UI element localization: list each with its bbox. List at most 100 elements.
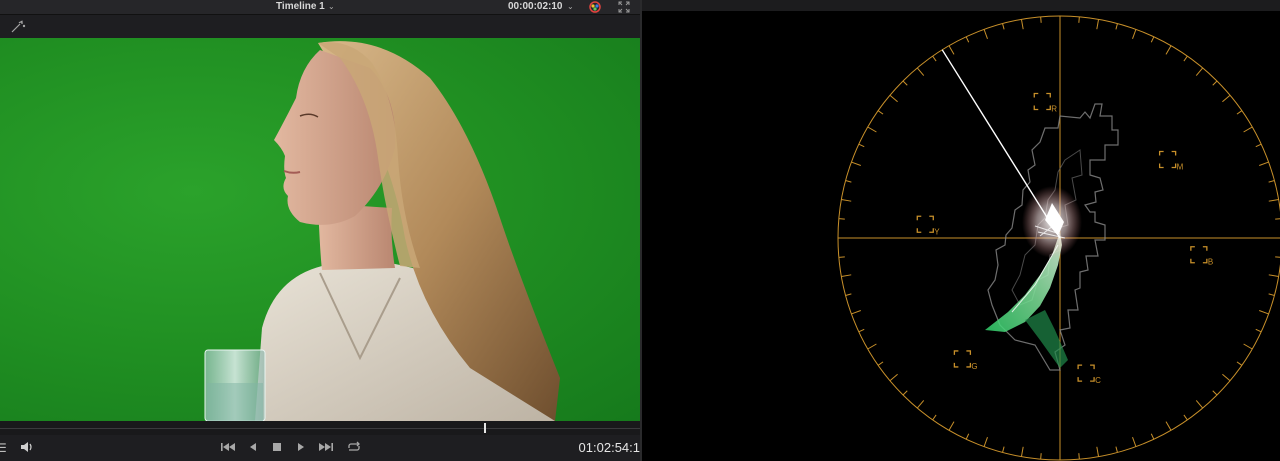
target-label: R <box>1051 105 1057 114</box>
vectorscope-panel: R M Y B G C <box>640 0 1280 461</box>
graticule-tick <box>1222 94 1231 103</box>
chevron-down-icon[interactable]: ⌄ <box>328 0 335 14</box>
graticule-tick <box>867 126 877 133</box>
target-bracket <box>953 350 972 368</box>
graticule-tick <box>1115 23 1118 30</box>
graticule-tick <box>1236 110 1243 115</box>
play-reverse-icon[interactable] <box>248 441 258 456</box>
viewer-header: Timeline 1 ⌄ 00:00:02:10 ⌄ <box>0 0 640 14</box>
graticule-tick <box>983 29 988 39</box>
graticule-tick <box>1165 421 1172 431</box>
target-label: Y <box>934 227 940 236</box>
graticule-tick <box>1020 19 1024 30</box>
graticule-tick <box>841 274 852 278</box>
graticule-tick <box>1212 80 1218 86</box>
graticule-tick <box>916 67 925 76</box>
graticule-tick <box>877 110 884 115</box>
graticule-tick <box>965 433 970 440</box>
wand-icon[interactable] <box>10 20 26 38</box>
graticule-tick <box>1020 446 1024 457</box>
graticule-tick <box>1195 400 1204 409</box>
scrubber-track <box>0 428 640 429</box>
graticule-tick <box>965 36 970 43</box>
graticule-tick <box>948 45 955 55</box>
play-icon[interactable] <box>296 441 306 456</box>
target-g: G <box>953 350 978 371</box>
graticule-tick <box>1165 45 1172 55</box>
graticule-tick <box>1150 433 1155 440</box>
graticule-tick <box>1096 446 1100 457</box>
video-frame[interactable] <box>0 38 640 421</box>
graticule-tick <box>1243 126 1253 133</box>
graticule-tick <box>1195 67 1204 76</box>
timeline-title[interactable]: Timeline 1 <box>276 0 325 14</box>
target-label: G <box>971 362 977 371</box>
stop-icon[interactable] <box>272 441 282 456</box>
vectorscope: R M Y B G C <box>837 15 1280 461</box>
graticule-tick <box>1183 55 1188 62</box>
graticule-tick <box>1275 256 1280 258</box>
graticule-tick <box>889 373 898 382</box>
graticule-tick <box>877 361 884 366</box>
graticule-tick <box>851 161 861 166</box>
graticule-tick <box>932 55 937 62</box>
timeline-scrubber[interactable] <box>0 421 640 435</box>
target-label: M <box>1177 163 1184 172</box>
graticule-tick <box>1078 16 1080 23</box>
target-b: B <box>1190 246 1213 267</box>
graticule-tick <box>841 198 852 202</box>
graticule-tick <box>902 390 908 396</box>
layers-icon[interactable]: ☰ <box>0 441 7 455</box>
target-bracket <box>1190 246 1208 264</box>
loop-icon[interactable] <box>346 441 362 456</box>
graticule-tick <box>916 400 925 409</box>
viewer-toolbar <box>0 14 640 39</box>
target-y: Y <box>916 215 940 236</box>
graticule-tick <box>1259 161 1269 166</box>
viewer-panel: Timeline 1 ⌄ 00:00:02:10 ⌄ ☰ 01:02:54:1 <box>0 0 640 461</box>
app-root: Timeline 1 ⌄ 00:00:02:10 ⌄ ☰ 01:02:54:1 … <box>0 0 1280 461</box>
graticule-tick <box>1268 274 1279 278</box>
graticule-tick <box>889 94 898 103</box>
target-m: M <box>1158 150 1184 172</box>
graticule-tick <box>1243 343 1253 350</box>
graticule-tick <box>845 293 852 296</box>
graticule-tick <box>1268 180 1275 183</box>
graticule-tick <box>902 80 908 86</box>
graticule-tick <box>1259 310 1269 315</box>
graticule-tick <box>1002 23 1005 30</box>
graticule-tick <box>858 328 865 333</box>
graticule-tick <box>1115 446 1118 453</box>
speaker-icon[interactable] <box>20 441 34 456</box>
video-frame-image <box>204 41 560 421</box>
graticule-tick <box>1096 19 1100 30</box>
target-label: C <box>1095 376 1101 385</box>
target-c: C <box>1077 364 1101 385</box>
skip-to-start-icon[interactable] <box>220 441 236 456</box>
graticule-tick <box>1255 143 1262 148</box>
graticule-tick <box>948 421 955 431</box>
graticule-tick <box>932 414 937 421</box>
playhead[interactable] <box>484 423 486 433</box>
graticule-tick <box>1040 453 1042 460</box>
graticule-tick <box>1212 390 1218 396</box>
skip-to-end-icon[interactable] <box>318 441 334 456</box>
graticule-tick <box>867 343 877 350</box>
transport-bar: ☰ 01:02:54:1 <box>0 435 640 461</box>
graticule-tick <box>983 437 988 447</box>
timecode-display[interactable]: 00:00:02:10 <box>508 0 562 14</box>
skin-tone-line <box>941 49 1061 239</box>
target-bracket <box>1033 92 1051 111</box>
graticule-tick <box>858 143 865 148</box>
chevron-down-icon[interactable]: ⌄ <box>567 0 574 14</box>
graticule-tick <box>1275 218 1280 220</box>
graticule-tick <box>1268 198 1279 202</box>
graticule-tick <box>1150 36 1155 43</box>
graticule-tick <box>1268 293 1275 296</box>
target-bracket <box>1077 364 1095 382</box>
target-label: B <box>1208 258 1213 267</box>
current-timecode: 01:02:54:1 <box>578 440 640 455</box>
graticule-tick <box>1222 373 1231 382</box>
graticule-tick <box>1002 446 1005 453</box>
graticule-tick <box>845 180 852 183</box>
